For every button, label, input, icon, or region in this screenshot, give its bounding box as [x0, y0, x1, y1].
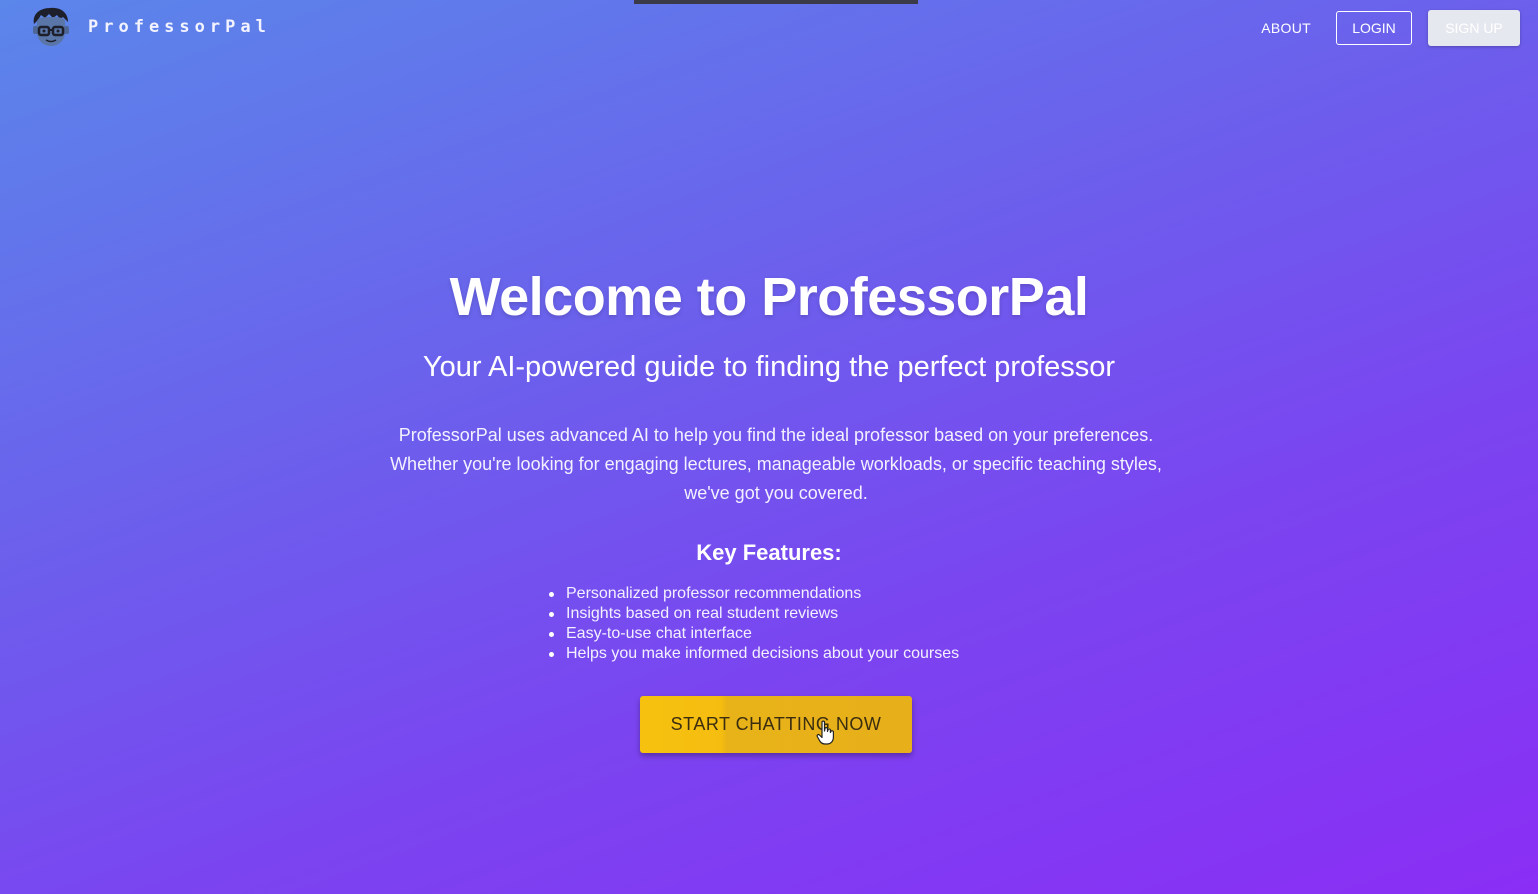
nav-about-link[interactable]: ABOUT — [1261, 20, 1311, 36]
feature-item: Easy-to-use chat interface — [548, 624, 959, 644]
hand-pointer-icon — [816, 720, 836, 751]
description-line: Whether you're looking for engaging lect… — [390, 454, 1162, 474]
feature-item: Personalized professor recommendations — [548, 584, 959, 604]
top-nav: ABOUT LOGIN SIGN UP — [1261, 10, 1520, 46]
features-list: Personalized professor recommendations I… — [548, 584, 959, 664]
hero-title: Welcome to ProfessorPal — [449, 267, 1089, 327]
brand[interactable]: ProfessorPal — [30, 6, 271, 48]
login-button[interactable]: LOGIN — [1336, 11, 1412, 45]
hero-description: ProfessorPal uses advanced AI to help yo… — [344, 421, 1208, 508]
signup-button[interactable]: SIGN UP — [1428, 10, 1520, 46]
feature-item: Insights based on real student reviews — [548, 604, 959, 624]
features-title: Key Features: — [696, 540, 842, 565]
description-line: we've got you covered. — [684, 483, 868, 503]
site-header: ProfessorPal ABOUT LOGIN SIGN UP — [0, 0, 1538, 56]
description-line: ProfessorPal uses advanced AI to help yo… — [398, 425, 1154, 445]
brand-name: ProfessorPal — [88, 17, 271, 37]
feature-item: Helps you make informed decisions about … — [548, 644, 959, 664]
start-chatting-button[interactable]: START CHATTING NOW — [640, 696, 912, 753]
professor-face-icon — [30, 6, 72, 48]
hero-subtitle: Your AI-powered guide to finding the per… — [422, 351, 1116, 383]
